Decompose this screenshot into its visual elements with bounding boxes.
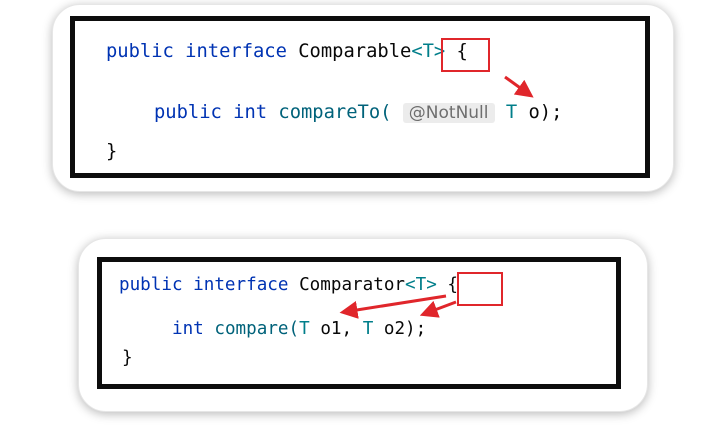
code-frame-comparable: public interface Comparable<T> { public … — [70, 16, 650, 178]
arrow-generic-to-param-icon — [504, 75, 534, 98]
code-frame-comparator: public interface Comparator<T> { int com… — [97, 257, 621, 389]
arrow-generic-to-params-icon — [339, 294, 457, 319]
code-card-comparator: public interface Comparator<T> { int com… — [78, 238, 648, 412]
code-card-comparable: public interface Comparable<T> { public … — [52, 4, 674, 192]
